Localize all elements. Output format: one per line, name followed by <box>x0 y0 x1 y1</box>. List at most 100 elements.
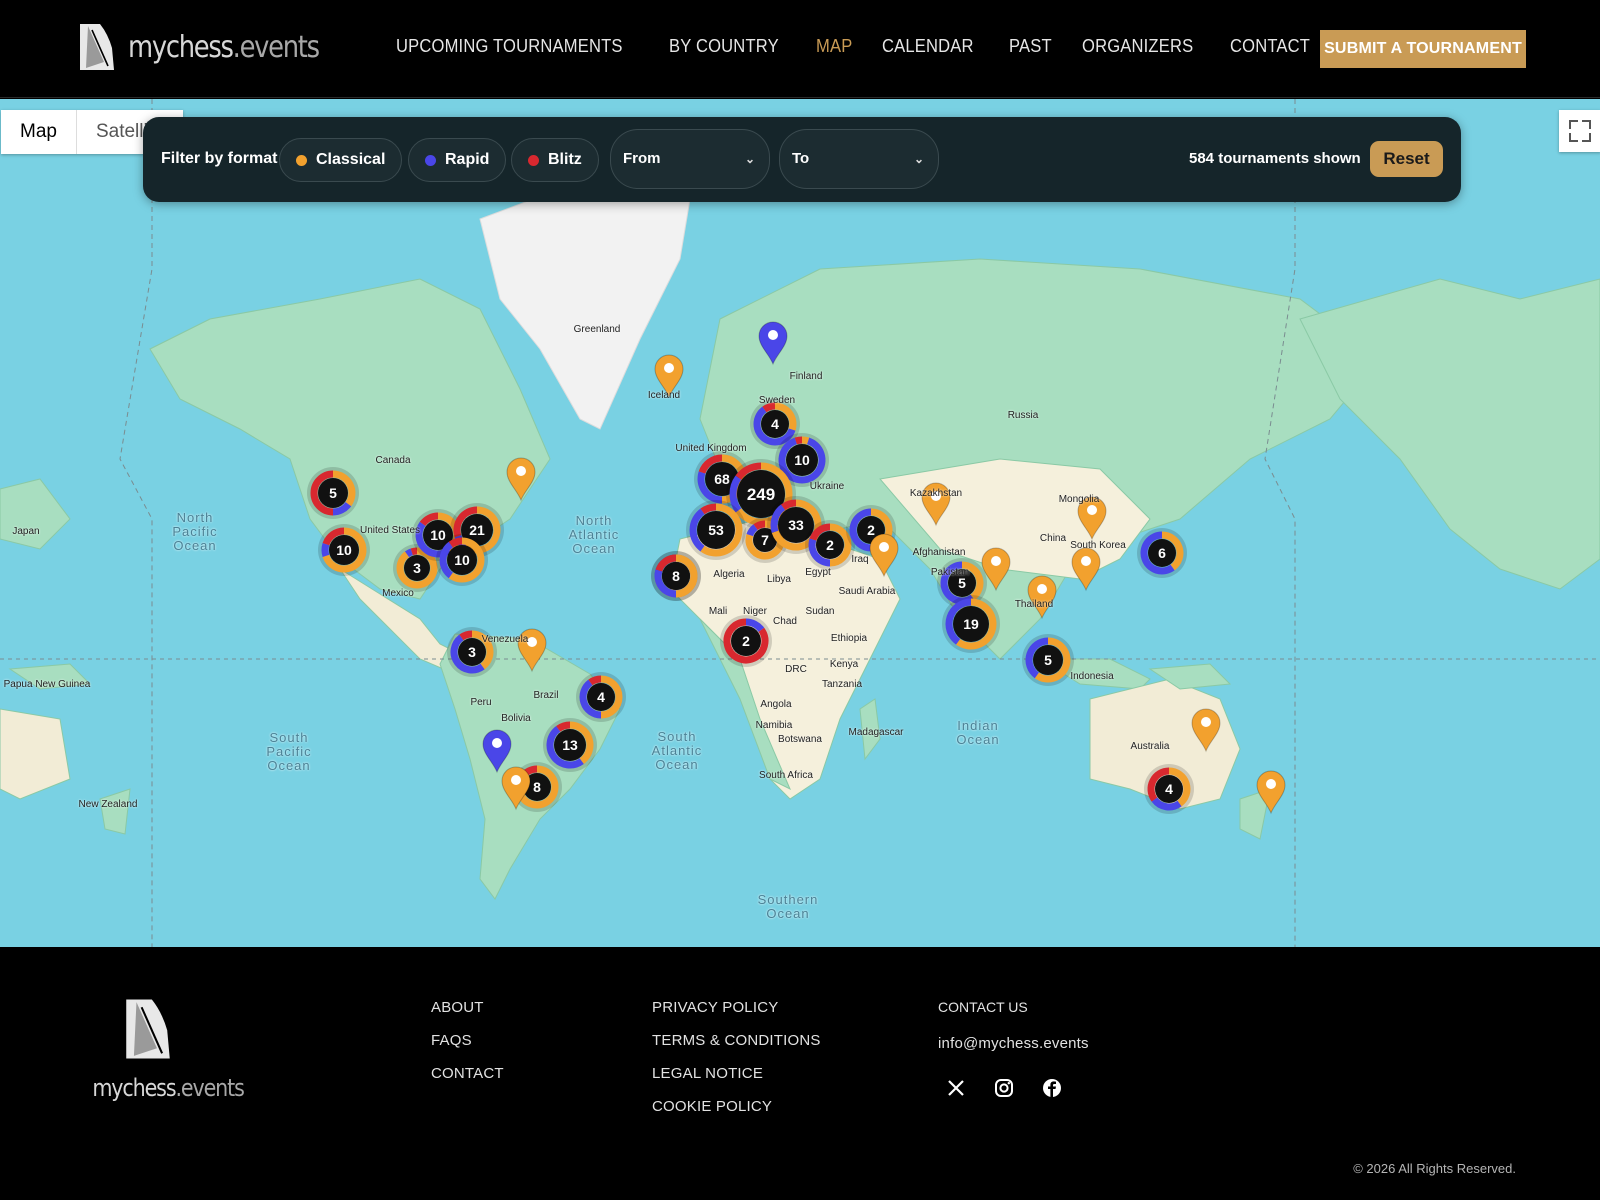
tournament-cluster[interactable]: 19 <box>942 595 1000 653</box>
chevron-down-icon: ⌄ <box>744 152 755 166</box>
map-place-label: Mali <box>708 606 728 617</box>
to-date-select[interactable]: To ⌄ <box>779 129 939 189</box>
map-place-label: South Korea <box>1070 540 1126 551</box>
cluster-count: 53 <box>708 522 724 538</box>
tournament-cluster[interactable]: 6 <box>1137 528 1187 578</box>
map-type-map-button[interactable]: Map <box>1 110 77 154</box>
footer-terms-link[interactable]: TERMS & CONDITIONS <box>652 1032 821 1049</box>
tournament-cluster[interactable]: 5 <box>1022 634 1074 686</box>
cluster-count: 2 <box>742 633 750 649</box>
map-place-label: Indonesia <box>1070 671 1114 682</box>
map-place-label: Libya <box>767 574 791 585</box>
cluster-count: 10 <box>336 542 352 558</box>
cluster-count: 10 <box>430 527 446 543</box>
reset-button[interactable]: Reset <box>1370 141 1443 177</box>
map-place-label: Ethiopia <box>830 633 868 644</box>
tournament-cluster[interactable]: 8 <box>651 551 701 601</box>
tournaments-count: 584 tournaments shown <box>1189 150 1361 167</box>
nav-contact[interactable]: CONTACT <box>1230 36 1310 57</box>
footer-col-legal: PRIVACY POLICY TERMS & CONDITIONS LEGAL … <box>652 999 821 1131</box>
footer-cookie-link[interactable]: COOKIE POLICY <box>652 1098 821 1115</box>
site-header: mychess.events UPCOMING TOURNAMENTS BY C… <box>0 0 1600 98</box>
footer-faqs-link[interactable]: FAQS <box>431 1032 504 1049</box>
footer-about-link[interactable]: ABOUT <box>431 999 504 1016</box>
nav-past[interactable]: PAST <box>1009 36 1052 57</box>
map-place-label: China <box>1039 533 1067 544</box>
facebook-icon[interactable] <box>1042 1078 1062 1098</box>
tournament-cluster[interactable]: 2 <box>720 615 772 667</box>
map-place-label: New Zealand <box>78 799 138 810</box>
map-place-label: Madagascar <box>848 727 904 738</box>
from-date-select[interactable]: From ⌄ <box>610 129 770 189</box>
nav-map[interactable]: MAP <box>816 36 852 57</box>
cluster-count: 8 <box>533 779 541 795</box>
map-place-label: Pakistan <box>930 567 970 578</box>
footer-legal-link[interactable]: LEGAL NOTICE <box>652 1065 821 1082</box>
cluster-count: 4 <box>597 689 605 705</box>
logo-wordmark: mychess.events <box>128 29 320 65</box>
filter-blitz-chip[interactable]: Blitz <box>511 138 599 182</box>
map-place-label: Mongolia <box>1058 494 1100 505</box>
blitz-segment <box>410 547 418 556</box>
footer-privacy-link[interactable]: PRIVACY POLICY <box>652 999 821 1016</box>
blitz-segment <box>794 436 803 445</box>
blitz-segment <box>753 520 766 531</box>
map-place-label: Peru <box>470 697 492 708</box>
chess-piece-logo-icon <box>80 24 114 70</box>
nav-calendar[interactable]: CALENDAR <box>882 36 974 57</box>
filter-rapid-chip[interactable]: Rapid <box>408 138 507 182</box>
map-place-label: United States <box>359 525 421 536</box>
tournament-cluster[interactable]: 53 <box>686 500 746 560</box>
blitz-segment <box>448 537 463 548</box>
map-place-label: Southern Ocean <box>757 892 819 921</box>
tournament-cluster[interactable]: 13 <box>543 718 597 772</box>
cluster-count: 2 <box>826 537 834 553</box>
classical-tournament-pin-icon[interactable] <box>1071 547 1101 592</box>
map-place-label: United Kingdom <box>675 443 747 454</box>
tournament-cluster[interactable]: 10 <box>436 534 488 586</box>
cluster-count: 4 <box>771 416 779 432</box>
cluster-count: 10 <box>454 552 470 568</box>
tournament-cluster[interactable]: 5 <box>307 467 359 519</box>
site-logo[interactable]: mychess.events <box>78 22 350 72</box>
copyright: © 2026 All Rights Reserved. <box>1353 1161 1516 1176</box>
footer-logo[interactable]: mychess.events <box>80 997 245 1102</box>
map-place-label: Iceland <box>647 390 681 401</box>
tournament-cluster[interactable]: 4 <box>576 672 626 722</box>
map-place-label: South Pacific Ocean <box>266 730 312 773</box>
contact-email-link[interactable]: info@mychess.events <box>938 1035 1089 1052</box>
instagram-icon[interactable] <box>994 1078 1014 1098</box>
map-place-label: Papua New Guinea <box>3 679 91 690</box>
map-place-label: Thailand <box>1014 599 1054 610</box>
map-place-label: Chad <box>773 616 797 627</box>
world-map[interactable]: 510310211034138341068249537332282519564 … <box>0 99 1600 947</box>
map-canvas[interactable]: 510310211034138341068249537332282519564 <box>0 99 1600 947</box>
blitz-dot-icon <box>528 155 539 166</box>
submit-tournament-button[interactable]: SUBMIT A TOURNAMENT <box>1320 30 1526 68</box>
map-place-label: Namibia <box>755 720 793 731</box>
map-place-label: Kenya <box>829 659 859 670</box>
social-links <box>946 1078 1089 1098</box>
rapid-dot-icon <box>425 155 436 166</box>
chevron-down-icon: ⌄ <box>913 152 924 166</box>
fullscreen-button[interactable] <box>1559 110 1600 152</box>
cluster-count: 3 <box>468 644 476 660</box>
nav-organizers[interactable]: ORGANIZERS <box>1082 36 1193 57</box>
filter-classical-chip[interactable]: Classical <box>279 138 403 182</box>
x-icon[interactable] <box>946 1078 966 1098</box>
map-place-label: Brazil <box>533 690 559 701</box>
nav-upcoming-tournaments[interactable]: UPCOMING TOURNAMENTS <box>396 36 623 57</box>
map-place-label: Canada <box>375 455 411 466</box>
cluster-count: 6 <box>1158 545 1166 561</box>
footer-contact-link[interactable]: CONTACT <box>431 1065 504 1082</box>
cluster-count: 7 <box>761 532 769 548</box>
map-place-label: Venezuela <box>481 634 529 645</box>
nav-by-country[interactable]: BY COUNTRY <box>669 36 779 57</box>
blitz-segment <box>556 721 571 732</box>
footer-col-company: ABOUT FAQS CONTACT <box>431 999 504 1098</box>
map-place-label: Greenland <box>573 324 621 335</box>
map-place-label: Russia <box>1007 410 1039 421</box>
map-place-label: Sweden <box>758 395 796 406</box>
tournament-cluster[interactable]: 4 <box>1144 764 1194 814</box>
map-place-label: Tanzania <box>821 679 863 690</box>
